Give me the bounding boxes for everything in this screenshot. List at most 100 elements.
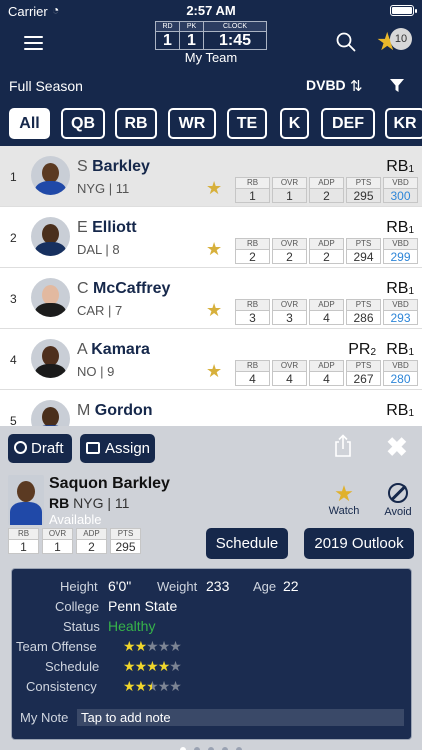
pr-num: 2 — [370, 347, 376, 358]
player-team: DAL | 8 — [77, 242, 120, 257]
stat-box-pts: PTS 286 — [346, 299, 381, 325]
position-rank: RB1 — [386, 219, 414, 237]
close-icon[interactable]: ✖ — [386, 434, 408, 460]
favorite-star-icon[interactable]: ★ — [206, 362, 222, 380]
watch-label: Watch — [328, 505, 360, 517]
player-avatar — [31, 217, 70, 256]
position-tab-te[interactable]: TE — [227, 108, 267, 139]
position-tab-qb[interactable]: QB — [61, 108, 105, 139]
round-value: 1 — [163, 32, 172, 49]
star-empty-icon: ★ — [169, 638, 182, 654]
position-tab-all[interactable]: All — [9, 108, 50, 139]
sort-desc-icon[interactable]: ⇅ — [350, 77, 363, 95]
player-row[interactable]: 2E Elliott DAL | 8 ★ RB1 RB 2 OVR 2 ADP 2 PTS 294 VB… — [0, 207, 422, 268]
status-bar: Carrier ◔ 2:57 AM — [0, 0, 422, 22]
age-label: Age — [253, 579, 277, 594]
pick-number: 4 — [10, 353, 17, 367]
stat-box-vbd: VBD 300 — [383, 177, 418, 203]
watch-button[interactable]: ★ Watch — [326, 483, 362, 518]
favorite-star-icon[interactable]: ★ — [206, 179, 222, 197]
pick-label: PK — [180, 22, 203, 32]
schedule-rating: ★★★★★ — [123, 658, 182, 675]
detail-stat-ovr: OVR 1 — [42, 528, 73, 554]
stat-value: 295 — [353, 189, 374, 203]
watchlist-button[interactable]: ★ 10 — [376, 28, 414, 56]
star-half-icon: ★ — [146, 678, 159, 694]
stat-label: ADP — [310, 239, 343, 250]
player-position: RB — [49, 495, 70, 511]
stat-value: 300 — [390, 189, 411, 203]
position-tab-def[interactable]: DEF — [321, 108, 375, 139]
assign-button[interactable]: Assign — [80, 434, 155, 463]
avoid-label: Avoid — [384, 506, 412, 518]
rank-num: 1 — [408, 286, 414, 297]
outlook-button[interactable]: 2019 Outlook — [304, 528, 414, 559]
stat-label: ADP — [310, 300, 343, 311]
note-input[interactable]: Tap to add note — [77, 709, 404, 726]
avoid-button[interactable]: Avoid — [380, 483, 416, 518]
player-list[interactable]: 1S Barkley NYG | 11 ★ RB1 RB 1 OVR 1 ADP 2 PTS 295 V… — [0, 146, 422, 426]
stat-box-pts: PTS 267 — [346, 360, 381, 386]
star-empty-icon: ★ — [157, 638, 171, 654]
stat-value: 2 — [88, 540, 95, 554]
season-selector[interactable]: Full Season — [9, 78, 83, 94]
favorite-star-icon[interactable]: ★ — [206, 240, 222, 258]
stat-box-rb: RB 2 — [235, 238, 270, 264]
star-empty-icon: ★ — [146, 638, 159, 654]
college-value: Penn State — [108, 598, 178, 614]
player-row[interactable]: 5 M Gordon RB1 — [0, 390, 422, 426]
clock-value: 1:45 — [218, 32, 252, 49]
page-indicator[interactable] — [0, 740, 422, 750]
position-tab-rb[interactable]: RB — [115, 108, 157, 139]
stat-label: PTS — [347, 361, 380, 372]
position-tab-wr[interactable]: WR — [168, 108, 216, 139]
player-last-name: Barkley — [92, 158, 150, 175]
clock-cell: CLOCK 1:45 — [203, 21, 267, 50]
search-icon[interactable] — [336, 32, 356, 52]
stat-box-ovr: OVR 2 — [272, 238, 307, 264]
player-name: M Gordon — [77, 402, 153, 420]
player-initial: E — [77, 219, 88, 236]
player-row[interactable]: 3C McCaffrey CAR | 7 ★ RB1 RB 3 OVR 3 ADP 4 PTS 286… — [0, 268, 422, 329]
stat-label: RB — [236, 178, 269, 189]
my-team-link[interactable]: My Team — [150, 50, 272, 65]
stat-label: OVR — [273, 239, 306, 250]
position-rank: RB1 — [386, 158, 414, 176]
player-row[interactable]: 1S Barkley NYG | 11 ★ RB1 RB 1 OVR 1 ADP 2 PTS 295 V… — [0, 146, 422, 207]
draft-clock: RD 1 PK 1 CLOCK 1:45 — [155, 21, 267, 50]
sort-selector[interactable]: DVBD — [306, 77, 346, 93]
rank-pos: RB — [386, 402, 409, 419]
stat-value: 1 — [20, 540, 27, 554]
position-rank: RB1 — [386, 280, 414, 298]
pick-number: 5 — [10, 414, 17, 426]
weight-value: 233 — [206, 578, 230, 594]
stat-value: 293 — [390, 311, 411, 325]
stat-label: RB — [9, 529, 38, 540]
favorite-star-icon[interactable]: ★ — [206, 301, 222, 319]
star-empty-icon: ★ — [157, 678, 171, 694]
star-full-icon: ★ — [134, 638, 148, 654]
detail-stat-pts: PTS 295 — [110, 528, 141, 554]
hamburger-menu-icon[interactable] — [24, 36, 43, 50]
stat-label: PTS — [347, 300, 380, 311]
stat-box-vbd: VBD 280 — [383, 360, 418, 386]
position-tab-kr[interactable]: KR — [385, 108, 422, 139]
funnel-icon[interactable] — [390, 79, 404, 93]
stat-label: PTS — [347, 239, 380, 250]
position-tab-k[interactable]: K — [280, 108, 309, 139]
share-icon[interactable] — [333, 434, 353, 458]
college-label: College — [55, 599, 100, 614]
draft-button[interactable]: Draft — [8, 434, 72, 463]
player-photo — [8, 475, 44, 525]
round-label: RD — [156, 22, 179, 32]
player-initial: M — [77, 402, 91, 419]
stat-value: 3 — [249, 311, 256, 325]
stat-value: 2 — [323, 189, 330, 203]
player-team: CAR | 7 — [77, 303, 123, 318]
stat-label: VBD — [384, 239, 417, 250]
position-rank: RB1 — [386, 341, 414, 359]
schedule-button[interactable]: Schedule — [206, 528, 288, 559]
player-row[interactable]: 4A Kamara NO | 9 ★ RB1 PR2 RB 4 OVR 4 ADP 4 PTS 267 V… — [0, 329, 422, 390]
player-full-name: Saquon Barkley — [49, 475, 170, 492]
assign-label: Assign — [105, 440, 151, 457]
